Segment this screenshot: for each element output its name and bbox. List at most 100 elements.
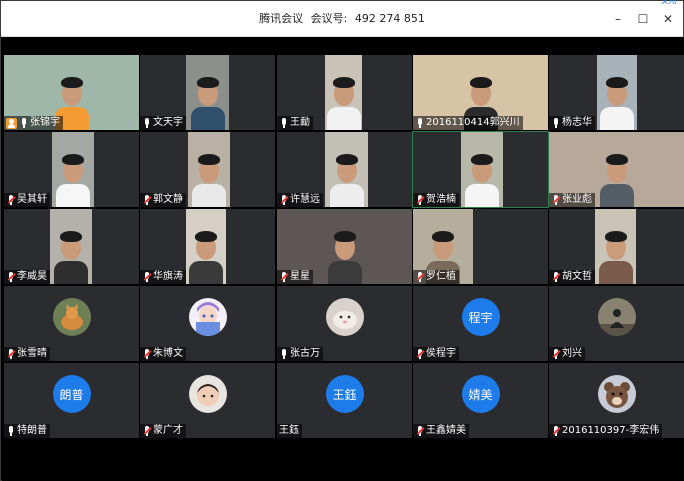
participant-tile[interactable]: 郭文静	[140, 132, 275, 207]
participant-name: 李威昊	[17, 271, 47, 282]
person-hair	[62, 154, 84, 165]
mic-muted-icon	[551, 425, 561, 437]
person-body	[329, 184, 364, 207]
person-hair	[469, 77, 492, 88]
participant-name-bar: 贺浩楠	[413, 193, 459, 207]
camera-video-feed	[597, 55, 637, 130]
participant-name-bar: 星星	[277, 270, 313, 284]
participant-tile[interactable]: 王勔	[277, 55, 412, 130]
person-body	[56, 184, 90, 207]
participant-name: 蒙广才	[153, 425, 183, 436]
participant-name: 杨志华	[562, 117, 592, 128]
participant-tile[interactable]: 许慧远	[277, 132, 412, 207]
participant-tile[interactable]: 张业彪	[549, 132, 684, 207]
participant-tile[interactable]: 吴其轩	[4, 132, 139, 207]
participant-name-bar: 张古万	[277, 347, 323, 361]
participant-tile[interactable]: 朱博文	[140, 286, 275, 361]
participant-name-bar: 2016110414郭兴川	[413, 116, 523, 130]
meeting-window: 腾讯会议 会议号: 492 274 851 文用 – ☐ ✕ 张锦宇 文天宇 王勔 2…	[0, 0, 684, 481]
person-hair	[60, 231, 82, 242]
minimize-button[interactable]: –	[607, 8, 629, 30]
person-body	[190, 107, 225, 130]
participant-tile[interactable]: 张雪晴	[4, 286, 139, 361]
participant-name: 华旗涛	[153, 271, 183, 282]
window-controls: – ☐ ✕	[604, 1, 679, 37]
person-body	[54, 261, 88, 284]
participant-tile[interactable]: 杨志华	[549, 55, 684, 130]
participant-name: 张雪晴	[17, 348, 47, 359]
participant-tile[interactable]: 婧美 王鑫婧美	[413, 363, 548, 438]
mic-muted-icon	[142, 271, 152, 283]
participant-grid: 张锦宇 文天宇 王勔 2016110414郭兴川 杨志华吴其轩 郭文静 许慧远 贺浩楠 张业彪李…	[4, 55, 684, 438]
mic-muted-icon	[415, 194, 425, 206]
participant-tile[interactable]: 2016110397-李宏伟	[549, 363, 684, 438]
text-avatar: 朗普	[52, 375, 91, 413]
participant-tile[interactable]: 罗仁植	[413, 209, 548, 284]
participant-tile[interactable]: 刘兴	[549, 286, 684, 361]
participant-name: 王勔	[290, 117, 310, 128]
participant-name-bar: 文天宇	[140, 116, 186, 130]
camera-video-feed	[595, 209, 636, 284]
person-body	[192, 184, 226, 207]
participant-tile[interactable]: 2016110414郭兴川	[413, 55, 548, 130]
participant-tile[interactable]: 胡文哲	[549, 209, 684, 284]
participant-tile[interactable]: 文天宇	[140, 55, 275, 130]
participant-tile[interactable]: 星星	[277, 209, 412, 284]
mic-muted-icon	[551, 348, 561, 360]
participant-name: 罗仁植	[426, 271, 456, 282]
participant-tile[interactable]: 贺浩楠	[412, 131, 549, 208]
mute-slash	[552, 195, 561, 203]
person-hair	[332, 77, 355, 88]
mic-icon	[142, 117, 152, 129]
mute-slash	[7, 272, 16, 280]
mic-muted-icon	[551, 194, 561, 206]
participant-tile[interactable]: 程宇 侯程宇	[413, 286, 548, 361]
app-name: 腾讯会议	[259, 12, 304, 25]
participant-tile[interactable]: 朗普 特朗普	[4, 363, 139, 438]
participant-name-bar: 王勔	[277, 116, 313, 130]
mute-slash	[416, 426, 425, 434]
mic-muted-icon	[6, 271, 16, 283]
mic-muted-icon	[415, 425, 425, 437]
participant-name-bar: 华旗涛	[140, 270, 186, 284]
child-photo-avatar	[188, 375, 227, 413]
participant-name-bar: 杨志华	[549, 116, 595, 130]
person-hair	[335, 154, 358, 165]
participant-name-bar: 张锦宇	[4, 116, 63, 130]
cat-photo-avatar	[52, 298, 91, 336]
person-body	[598, 261, 633, 284]
participant-tile[interactable]: 张古万	[277, 286, 412, 361]
person-body	[326, 107, 361, 130]
participant-name-bar: 朱博文	[140, 347, 186, 361]
bear-cartoon-avatar	[597, 375, 636, 413]
mic-muted-icon	[279, 271, 289, 283]
close-button[interactable]: ✕	[657, 8, 679, 30]
participant-name-bar: 张业彪	[549, 193, 595, 207]
person-hair	[604, 231, 627, 242]
participant-name-bar: 蒙广才	[140, 424, 186, 438]
video-area: 张锦宇 文天宇 王勔 2016110414郭兴川 杨志华吴其轩 郭文静 许慧远 贺浩楠 张业彪李…	[2, 37, 684, 481]
participant-tile[interactable]: 张锦宇	[4, 55, 139, 130]
participant-name-bar: 刘兴	[549, 347, 585, 361]
mic-muted-icon	[142, 194, 152, 206]
person-hair	[333, 231, 356, 242]
participant-name: 王鑫婧美	[426, 425, 466, 436]
participant-name: 张业彪	[562, 194, 592, 205]
participant-tile[interactable]: 李威昊	[4, 209, 139, 284]
mute-slash	[143, 349, 152, 357]
participant-tile[interactable]: 蒙广才	[140, 363, 275, 438]
title-bar[interactable]: 腾讯会议 会议号: 492 274 851 文用 – ☐ ✕	[1, 0, 683, 37]
maximize-button[interactable]: ☐	[632, 8, 654, 30]
person-hair	[60, 77, 83, 88]
mute-slash	[416, 272, 425, 280]
mute-slash	[143, 426, 152, 434]
participant-name: 胡文哲	[562, 271, 592, 282]
mic-muted-icon	[6, 194, 16, 206]
participant-name-bar: 特朗普	[4, 424, 50, 438]
mute-slash	[552, 272, 561, 280]
silhouette-photo-avatar	[597, 298, 636, 336]
participant-tile[interactable]: 华旗涛	[140, 209, 275, 284]
mic-muted-icon	[415, 271, 425, 283]
person-hair	[432, 231, 454, 242]
participant-tile[interactable]: 王鈺 王鈺	[277, 363, 412, 438]
